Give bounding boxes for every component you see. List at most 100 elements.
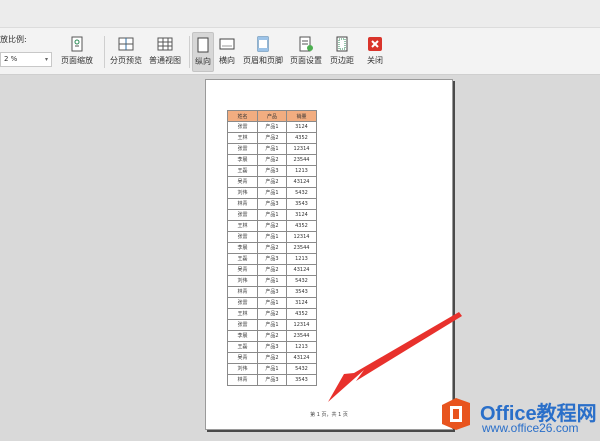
cell-name: 张雷 [227,319,258,331]
cell-product: 产品3 [257,286,287,298]
data-table: 姓名 产品 销量 张雷 产品1 3124 王林 产品2 4352 张雷 产品1 12314 李晨产… [227,110,317,386]
cell-product: 产品2 [257,308,287,320]
cell-sales: 4352 [286,132,317,144]
normal-view-label: 普通视图 [149,56,181,65]
zoom-ratio-value: 2 % [4,55,18,63]
header-footer-label: 页眉和页脚 [243,56,283,65]
cell-product: 产品2 [257,242,287,254]
cell-product: 产品1 [257,363,287,375]
cell-name: 张雷 [227,209,258,221]
table-row: 张雷 产品1 12314 [227,319,317,331]
cell-sales: 5432 [286,187,317,199]
margins-label: 页边距 [330,56,354,65]
cell-name: 王磊 [227,253,258,265]
table-row: 李晨 产品2 23544 [227,330,317,342]
watermark: Office教程网 www.office26.com [436,395,600,441]
table-row: 吴青 产品2 43124 [227,176,317,188]
normal-view-icon [157,37,173,51]
cell-product: 产品2 [257,264,287,276]
toolbar-divider [104,36,105,68]
cell-product: 产品2 [257,220,287,232]
close-preview-button[interactable]: 关闭 [362,32,388,72]
cell-sales: 12314 [286,143,317,155]
page-break-preview-button[interactable]: 分页预览 [108,32,144,72]
normal-view-button[interactable]: 普通视图 [146,32,184,72]
chevron-down-icon: ▾ [44,56,48,63]
cell-name: 李晨 [227,330,258,342]
table-row: 刘伟 产品1 5432 [227,363,317,375]
cell-name: 张雷 [227,121,258,133]
landscape-icon [219,38,235,50]
cell-name: 张雷 [227,231,258,243]
table-row: 李晨 产品2 23544 [227,154,317,166]
close-preview-label: 关闭 [367,56,383,65]
cell-product: 产品1 [257,275,287,287]
cell-name: 吴青 [227,352,258,364]
print-preview-page: 姓名 产品 销量 张雷 产品1 3124 王林 产品2 4352 张雷 产品1 12314 李晨产… [205,79,453,430]
cell-name: 张雷 [227,143,258,155]
cell-product: 产品2 [257,330,287,342]
cell-sales: 12314 [286,231,317,243]
cell-product: 产品3 [257,341,287,353]
cell-name: 王林 [227,308,258,320]
zoom-ratio-select[interactable]: 2 % ▾ [0,52,52,67]
cell-sales: 23544 [286,330,317,342]
table-row: 林青 产品3 3543 [227,286,317,298]
cell-sales: 3124 [286,297,317,309]
portrait-button[interactable]: 纵向 [192,32,214,72]
page-setup-button[interactable]: 页面设置 [288,32,324,72]
margins-icon [336,36,348,52]
window-top-strip [0,0,600,28]
table-row: 张雷 产品1 3124 [227,297,317,309]
cell-name: 王磊 [227,341,258,353]
header-footer-icon [257,36,269,52]
header-footer-button[interactable]: 页眉和页脚 [241,32,285,72]
page-zoom-icon [71,36,83,52]
cell-name: 李晨 [227,242,258,254]
cell-sales: 3543 [286,286,317,298]
cell-product: 产品1 [257,143,287,155]
cell-product: 产品1 [257,319,287,331]
portrait-label: 纵向 [195,57,211,66]
table-row: 林青 产品3 3543 [227,198,317,210]
cell-product: 产品1 [257,187,287,199]
table-row: 刘伟 产品1 5432 [227,187,317,199]
cell-name: 刘伟 [227,363,258,375]
cell-product: 产品1 [257,297,287,309]
zoom-ratio-label: 放比例: [0,35,27,44]
cell-product: 产品2 [257,176,287,188]
cell-sales: 5432 [286,363,317,375]
cell-name: 王林 [227,220,258,232]
margins-button[interactable]: 页边距 [327,32,357,72]
page-zoom-button[interactable]: 页面缩放 [56,32,98,72]
table-row: 刘伟 产品1 5432 [227,275,317,287]
cell-product: 产品2 [257,352,287,364]
page-break-preview-label: 分页预览 [110,56,142,65]
cell-sales: 5432 [286,275,317,287]
cell-name: 林青 [227,198,258,210]
cell-sales: 43124 [286,264,317,276]
page-break-preview-icon [118,37,134,51]
table-row: 王磊 产品3 1213 [227,165,317,177]
office-logo-icon [442,398,470,430]
cell-product: 产品1 [257,209,287,221]
page-setup-label: 页面设置 [290,56,322,65]
table-row: 王林 产品2 4352 [227,220,317,232]
cell-product: 产品3 [257,165,287,177]
table-row: 王林 产品2 4352 [227,308,317,320]
landscape-button[interactable]: 横向 [216,32,238,72]
cell-sales: 4352 [286,308,317,320]
table-row: 吴青 产品2 43124 [227,264,317,276]
cell-sales: 43124 [286,352,317,364]
cell-sales: 43124 [286,176,317,188]
landscape-label: 横向 [219,56,235,65]
page-setup-icon [299,36,313,52]
column-header-name: 姓名 [227,110,258,122]
print-preview-toolbar: 放比例: 2 % ▾ 页面缩放 分页预览 普通视图 纵向 横向 页眉和页脚 页面… [0,28,600,75]
cell-name: 林青 [227,374,258,386]
cell-sales: 3124 [286,209,317,221]
table-row: 张雷 产品1 3124 [227,121,317,133]
table-row: 张雷 产品1 3124 [227,209,317,221]
cell-sales: 4352 [286,220,317,232]
cell-sales: 3543 [286,198,317,210]
